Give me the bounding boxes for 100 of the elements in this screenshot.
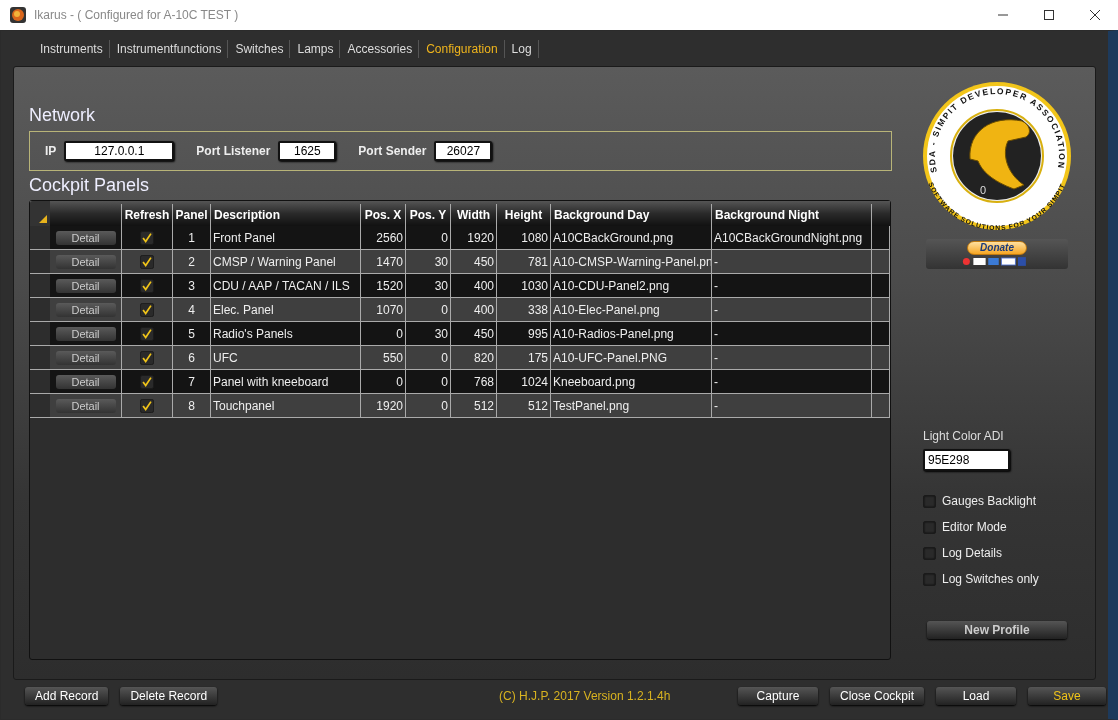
checkbox[interactable] xyxy=(923,520,936,534)
table-cell: 7 xyxy=(173,370,211,393)
detail-button[interactable]: Detail xyxy=(55,326,116,341)
refresh-checkbox[interactable] xyxy=(140,350,154,365)
table-cell: 30 xyxy=(406,322,451,345)
table-cell: 400 xyxy=(451,298,497,321)
tab[interactable]: Instrumentfunctions xyxy=(109,40,229,58)
row-header[interactable] xyxy=(30,274,50,297)
window-title: Ikarus - ( Configured for A-10C TEST ) xyxy=(34,8,239,22)
input-field[interactable]: 1625 xyxy=(278,141,337,161)
tab[interactable]: Instruments xyxy=(33,40,110,58)
footer-button[interactable]: Save xyxy=(1028,687,1106,705)
refresh-checkbox[interactable] xyxy=(140,230,154,245)
table-cell: 175 xyxy=(497,346,551,369)
field-label: Light Color ADI xyxy=(923,429,1004,443)
tab[interactable]: Configuration xyxy=(419,40,505,58)
table-cell: 1920 xyxy=(361,394,406,417)
section-title: Cockpit Panels xyxy=(29,175,151,197)
table-cell: Kneeboard.png xyxy=(551,370,712,393)
row-header[interactable] xyxy=(30,298,50,321)
table-cell: - xyxy=(712,322,872,345)
footer-button[interactable]: Load xyxy=(936,687,1016,705)
table-cell: A10-CMSP-Warning-Panel.pn xyxy=(551,250,712,273)
table-cell: - xyxy=(712,370,872,393)
table-cell: 820 xyxy=(451,346,497,369)
table-cell: 6 xyxy=(173,346,211,369)
table-cell: A10-Radios-Panel.png xyxy=(551,322,712,345)
table-cell: 1 xyxy=(173,226,211,249)
table-cell: TestPanel.png xyxy=(551,394,712,417)
table-cell: 0 xyxy=(361,322,406,345)
refresh-checkbox[interactable] xyxy=(140,398,154,413)
app-icon xyxy=(10,7,26,23)
table-cell: Touchpanel xyxy=(211,394,361,417)
select-all-button[interactable] xyxy=(30,201,50,226)
section-title: Network xyxy=(29,105,96,127)
table-cell: Radio's Panels xyxy=(211,322,361,345)
footer-button[interactable]: Add Record xyxy=(25,687,109,705)
checkbox-label[interactable]: Log Details xyxy=(942,546,1003,560)
row-header[interactable] xyxy=(30,370,50,393)
tab[interactable]: Lamps xyxy=(290,40,341,58)
donate-button[interactable]: Donate xyxy=(967,241,1027,255)
input-field[interactable]: 26027 xyxy=(434,141,493,161)
refresh-checkbox[interactable] xyxy=(140,374,154,389)
table-cell: 512 xyxy=(497,394,551,417)
table-cell: - xyxy=(712,298,872,321)
table-cell: 1024 xyxy=(497,370,551,393)
detail-button[interactable]: Detail xyxy=(55,350,116,365)
table-cell: 0 xyxy=(406,346,451,369)
table-cell: CDU / AAP / TACAN / ILS xyxy=(211,274,361,297)
tab[interactable]: Log xyxy=(504,40,539,58)
field-label: Port Sender xyxy=(358,144,427,158)
checkbox-label[interactable]: Log Switches only xyxy=(942,572,1039,586)
table-cell: Panel with kneeboard xyxy=(211,370,361,393)
table-cell: 0 xyxy=(406,226,451,249)
table-cell: 338 xyxy=(497,298,551,321)
table-cell: 1030 xyxy=(497,274,551,297)
detail-button[interactable]: Detail xyxy=(55,230,116,245)
row-header[interactable] xyxy=(30,394,50,417)
row-header[interactable] xyxy=(30,346,50,369)
table-cell: 2 xyxy=(173,250,211,273)
detail-button[interactable]: Detail xyxy=(55,254,116,269)
tab[interactable]: Accessories xyxy=(340,40,420,58)
refresh-checkbox[interactable] xyxy=(140,254,154,269)
tab[interactable]: Switches xyxy=(228,40,291,58)
table-cell: 1080 xyxy=(497,226,551,249)
checkbox[interactable] xyxy=(923,546,936,560)
table-cell: 1070 xyxy=(361,298,406,321)
refresh-checkbox[interactable] xyxy=(140,302,154,317)
table-cell: CMSP / Warning Panel xyxy=(211,250,361,273)
footer-button[interactable]: Capture xyxy=(737,687,818,705)
checkbox[interactable] xyxy=(923,572,936,586)
table-cell: 450 xyxy=(451,322,497,345)
refresh-checkbox[interactable] xyxy=(140,278,154,293)
footer-button[interactable]: Delete Record xyxy=(120,687,218,705)
new-profile-button[interactable]: New Profile xyxy=(927,621,1067,639)
table-cell: A10CBackGroundNight.png xyxy=(712,226,872,249)
row-header[interactable] xyxy=(30,250,50,273)
footer-button[interactable]: Close Cockpit xyxy=(829,687,924,705)
table-cell: 0 xyxy=(406,394,451,417)
input-field[interactable]: 127.0.0.1 xyxy=(64,141,175,161)
detail-button[interactable]: Detail xyxy=(55,278,116,293)
row-header[interactable] xyxy=(30,322,50,345)
table-cell: 30 xyxy=(406,250,451,273)
table-cell: 3 xyxy=(173,274,211,297)
table-cell: 400 xyxy=(451,274,497,297)
table-cell: - xyxy=(712,346,872,369)
table-cell: 995 xyxy=(497,322,551,345)
detail-button[interactable]: Detail xyxy=(55,374,116,389)
checkbox-label[interactable]: Gauges Backlight xyxy=(942,494,1037,508)
table-cell: - xyxy=(712,250,872,273)
checkbox-label[interactable]: Editor Mode xyxy=(942,520,1007,534)
detail-button[interactable]: Detail xyxy=(55,302,116,317)
table-cell: 781 xyxy=(497,250,551,273)
checkbox[interactable] xyxy=(923,494,936,508)
field-label: Port Listener xyxy=(196,144,271,158)
table-cell: A10-CDU-Panel2.png xyxy=(551,274,712,297)
table-cell: 4 xyxy=(173,298,211,321)
refresh-checkbox[interactable] xyxy=(140,326,154,341)
detail-button[interactable]: Detail xyxy=(55,398,116,413)
color-field[interactable]: 95E298 xyxy=(923,449,1010,471)
